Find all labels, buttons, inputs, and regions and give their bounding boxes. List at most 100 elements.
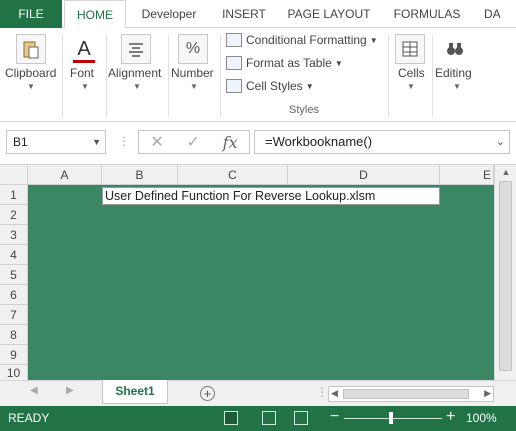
insert-function-icon[interactable]: fx — [223, 133, 238, 152]
percent-icon: % — [178, 34, 208, 64]
name-box[interactable]: B1 ▼ — [6, 130, 106, 154]
divider — [220, 34, 221, 118]
alignment-group[interactable]: Alignment ▼ — [107, 28, 167, 122]
scroll-right-icon[interactable]: ▶ — [484, 388, 491, 399]
scroll-up-icon[interactable]: ▲ — [495, 167, 516, 177]
expand-formula-icon[interactable]: ⌄ — [496, 131, 505, 153]
row-header-1[interactable]: 1 — [0, 185, 28, 205]
splitter-handle[interactable]: ⋮ — [118, 134, 130, 148]
prev-sheet-icon[interactable]: ◀ — [30, 385, 38, 396]
formula-buttons: ✕ ✓ fx — [138, 130, 250, 154]
enter-icon[interactable]: ✓ — [187, 132, 200, 152]
column-header-a[interactable]: A — [28, 165, 102, 185]
format-as-table-button[interactable]: Format as Table ▼ — [226, 53, 343, 73]
zoom-out-icon[interactable]: − — [330, 408, 339, 426]
formula-value: =Workbookname() — [265, 134, 373, 149]
row-header-5[interactable]: 5 — [0, 265, 28, 285]
chevron-down-icon: ▼ — [369, 35, 378, 45]
column-header-b[interactable]: B — [102, 165, 178, 185]
binoculars-icon — [440, 34, 470, 64]
tab-file[interactable]: FILE — [0, 0, 62, 28]
zoom-level[interactable]: 100% — [466, 411, 497, 425]
font-label: Font — [70, 66, 95, 80]
row-header-2[interactable]: 2 — [0, 205, 28, 225]
cell-b1[interactable]: User Defined Function For Reverse Lookup… — [102, 187, 440, 205]
cancel-icon[interactable]: ✕ — [150, 132, 163, 152]
cell-styles-button[interactable]: Cell Styles ▼ — [226, 76, 314, 96]
tab-formulas[interactable]: FORMULAS — [386, 0, 468, 28]
format-as-table-label: Format as Table — [246, 56, 332, 70]
sheet-tab-bar: ◀ ▶ Sheet1 + ⋮ ◀ ▶ — [0, 380, 516, 406]
chevron-down-icon: ▼ — [81, 82, 89, 91]
number-group[interactable]: % Number ▼ — [169, 28, 219, 122]
font-group[interactable]: A Font ▼ — [63, 28, 105, 122]
tab-insert[interactable]: INSERT — [212, 0, 276, 28]
tab-home[interactable]: HOME — [64, 0, 126, 29]
row-header-8[interactable]: 8 — [0, 325, 28, 345]
editing-label: Editing — [435, 66, 472, 80]
status-ready: READY — [8, 411, 50, 425]
next-sheet-icon[interactable]: ▶ — [66, 385, 74, 396]
horizontal-scrollbar[interactable]: ◀ ▶ — [328, 386, 494, 402]
status-bar: READY − + 100% — [0, 406, 516, 431]
row-header-4[interactable]: 4 — [0, 245, 28, 265]
chevron-down-icon: ▼ — [305, 81, 314, 91]
row-header-10[interactable]: 10 — [0, 365, 28, 381]
editing-group[interactable]: Editing ▼ — [433, 28, 479, 122]
vertical-scrollbar[interactable]: ▲ — [494, 165, 516, 381]
row-header-7[interactable]: 7 — [0, 305, 28, 325]
cells-group[interactable]: Cells ▼ — [389, 28, 431, 122]
tab-data[interactable]: DA — [484, 0, 516, 28]
conditional-formatting-icon — [226, 33, 242, 47]
clipboard-group[interactable]: Clipboard ▼ — [0, 28, 62, 122]
chevron-down-icon: ▼ — [190, 82, 198, 91]
add-sheet-icon[interactable]: + — [200, 386, 215, 401]
chevron-down-icon: ▼ — [407, 82, 415, 91]
tab-page-layout[interactable]: PAGE LAYOUT — [280, 0, 378, 28]
cell-styles-icon — [226, 79, 242, 93]
scroll-left-icon[interactable]: ◀ — [331, 388, 338, 399]
chevron-down-icon: ▼ — [27, 82, 35, 91]
column-header-e[interactable]: E — [440, 165, 494, 185]
cells-label: Cells — [398, 66, 425, 80]
zoom-slider-knob[interactable] — [389, 412, 393, 424]
formula-input[interactable]: =Workbookname() ⌄ — [254, 130, 510, 154]
clipboard-icon — [16, 34, 46, 64]
chevron-down-icon: ▼ — [133, 82, 141, 91]
cell-styles-label: Cell Styles — [246, 79, 303, 93]
styles-group-label: Styles — [289, 104, 319, 116]
zoom-slider[interactable] — [344, 418, 442, 419]
chevron-down-icon[interactable]: ▼ — [92, 131, 101, 153]
vertical-scroll-thumb[interactable] — [499, 181, 512, 371]
conditional-formatting-button[interactable]: Conditional Formatting ▼ — [226, 30, 378, 50]
row-header-3[interactable]: 3 — [0, 225, 28, 245]
zoom-in-icon[interactable]: + — [446, 408, 455, 426]
tab-splitter-handle[interactable]: ⋮ — [316, 385, 328, 399]
worksheet-grid[interactable]: A B C D E 1 2 3 4 5 6 7 8 9 10 User Defi… — [0, 164, 516, 381]
table-icon — [226, 56, 242, 70]
conditional-formatting-label: Conditional Formatting — [246, 33, 367, 47]
formula-bar: B1 ▼ ⋮ ✕ ✓ fx =Workbookname() ⌄ — [0, 128, 516, 156]
name-box-value: B1 — [13, 135, 28, 149]
number-label: Number — [171, 66, 214, 80]
filled-cell-range[interactable] — [28, 185, 494, 381]
horizontal-scroll-thumb[interactable] — [343, 389, 469, 399]
row-header-6[interactable]: 6 — [0, 285, 28, 305]
ribbon-tab-bar: FILE HOME Developer INSERT PAGE LAYOUT F… — [0, 0, 516, 29]
page-break-preview-icon[interactable] — [294, 411, 308, 425]
clipboard-label: Clipboard — [5, 66, 57, 80]
chevron-down-icon: ▼ — [334, 58, 343, 68]
normal-view-icon[interactable] — [224, 411, 238, 425]
sheet-tab-sheet1[interactable]: Sheet1 — [102, 380, 168, 404]
alignment-label: Alignment — [108, 66, 162, 80]
chevron-down-icon: ▼ — [453, 82, 461, 91]
page-layout-view-icon[interactable] — [262, 411, 276, 425]
tab-developer[interactable]: Developer — [128, 0, 210, 28]
row-header-9[interactable]: 9 — [0, 345, 28, 365]
select-all-button[interactable] — [0, 165, 28, 185]
column-header-c[interactable]: C — [178, 165, 288, 185]
column-header-d[interactable]: D — [288, 165, 440, 185]
cells-icon — [395, 34, 425, 64]
font-color-bar — [73, 60, 95, 63]
align-icon — [121, 34, 151, 64]
